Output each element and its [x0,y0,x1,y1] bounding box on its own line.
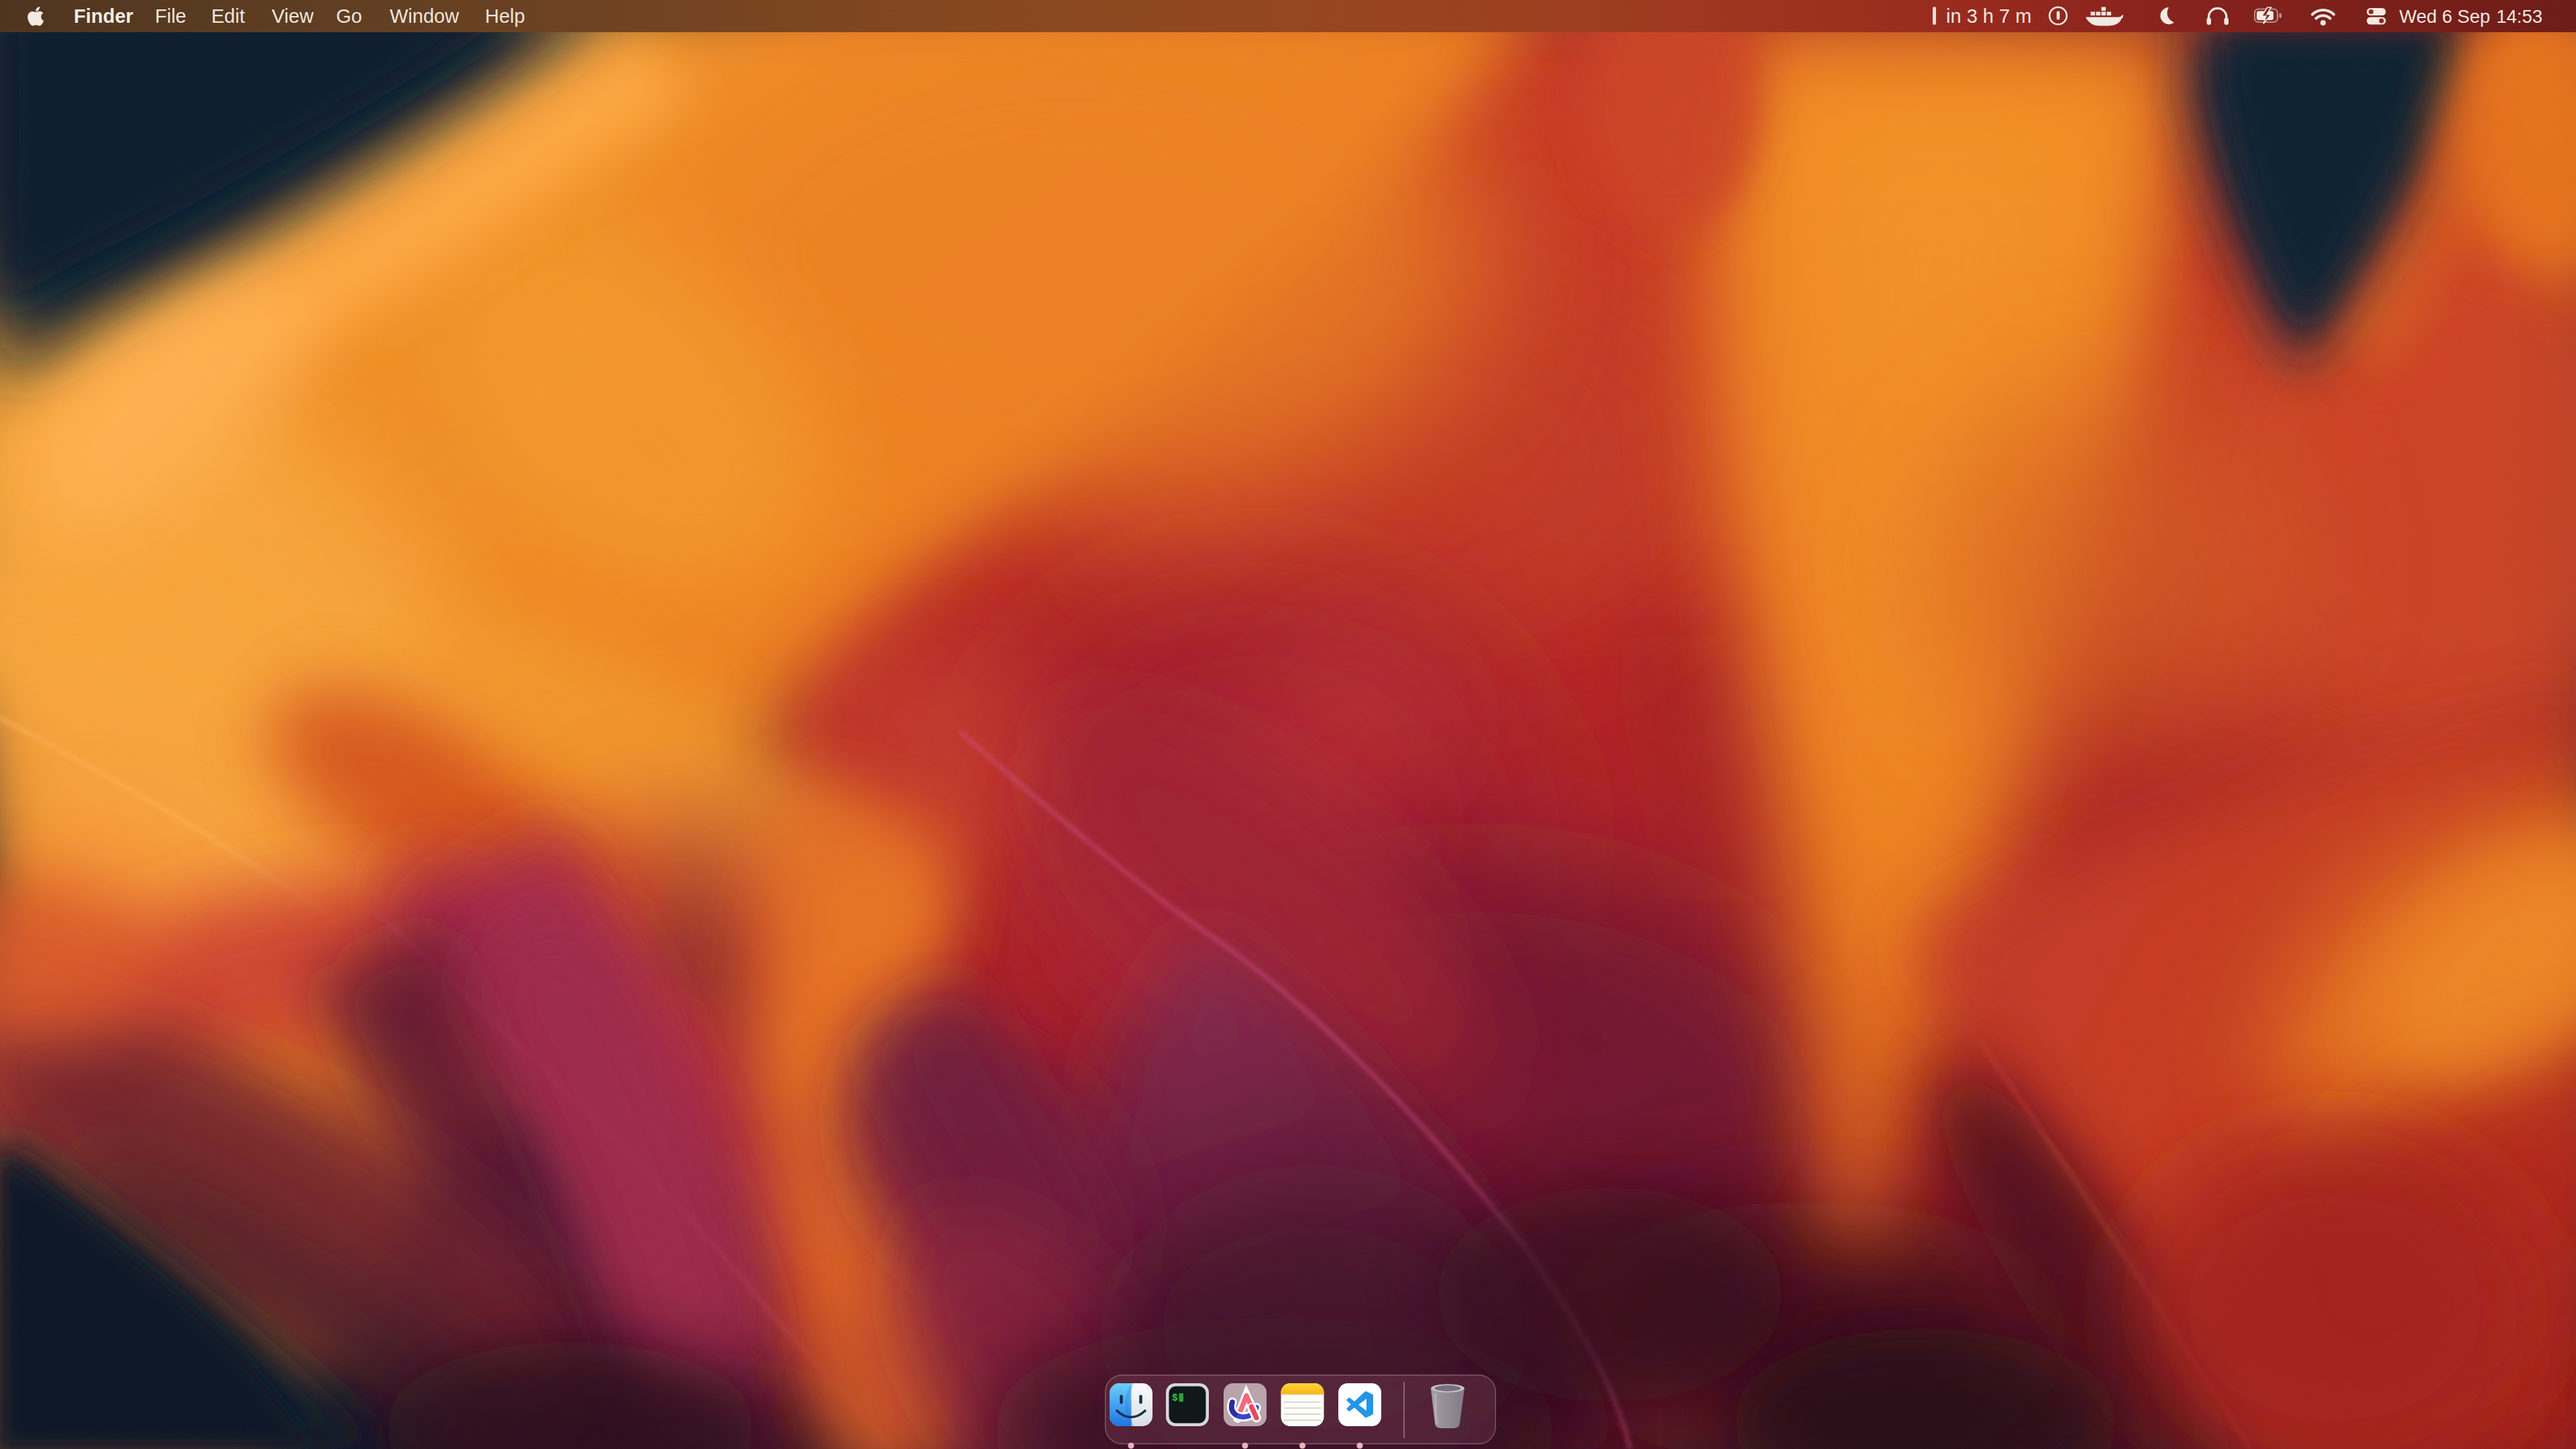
svg-text:$: $ [1172,1393,1178,1403]
svg-text:File: File [155,5,186,27]
svg-text:Go: Go [336,5,362,27]
svg-text:Help: Help [485,5,525,27]
svg-text:Finder: Finder [74,5,133,27]
svg-text:in 3 h 7 m: in 3 h 7 m [1946,5,2031,27]
svg-text:View: View [272,5,314,27]
svg-text:Wed 6 Sep: Wed 6 Sep [2399,6,2490,27]
svg-text:Window: Window [390,5,460,27]
svg-text:Edit: Edit [211,5,245,27]
svg-text:14:53: 14:53 [2496,6,2542,27]
